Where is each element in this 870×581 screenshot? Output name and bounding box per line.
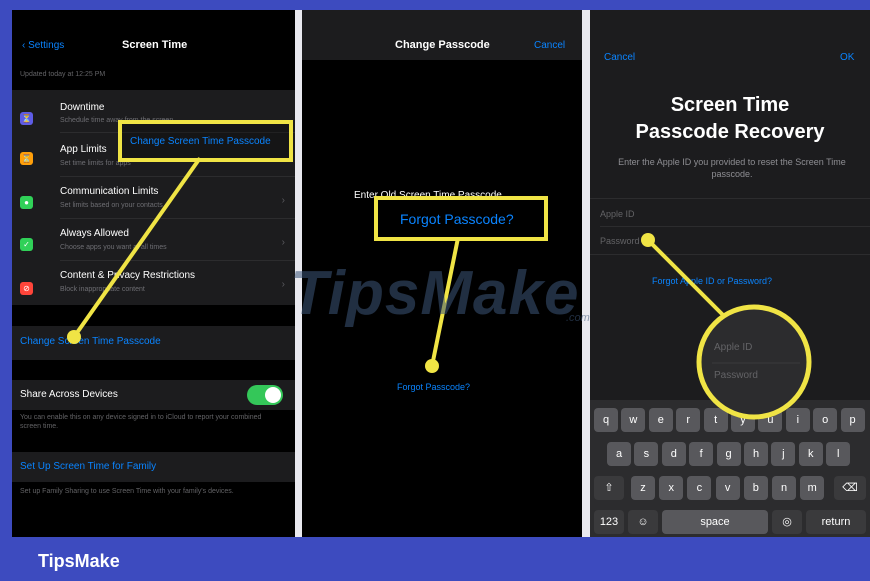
callout-dot — [641, 233, 655, 247]
callout-label: Change Screen Time Passcode — [130, 136, 271, 147]
brand-logo-text: TipsMake — [38, 551, 120, 571]
forgot-passcode-callout: Forgot Passcode? — [374, 196, 548, 241]
callout-line — [72, 156, 202, 339]
annotation-overlay — [67, 156, 812, 420]
bottom-banner — [0, 537, 870, 581]
zoom-apple-id-field: Apple ID — [714, 342, 753, 353]
callout-label: Forgot Passcode? — [400, 211, 514, 227]
zoom-circle — [696, 304, 812, 420]
change-passcode-callout: Change Screen Time Passcode — [118, 120, 293, 162]
zoom-password-field: Password — [714, 370, 758, 381]
watermark-suffix: .com — [566, 312, 590, 324]
callout-dot — [67, 330, 81, 344]
callout-line — [430, 237, 460, 367]
callout-line — [646, 238, 730, 322]
callout-dot — [425, 359, 439, 373]
